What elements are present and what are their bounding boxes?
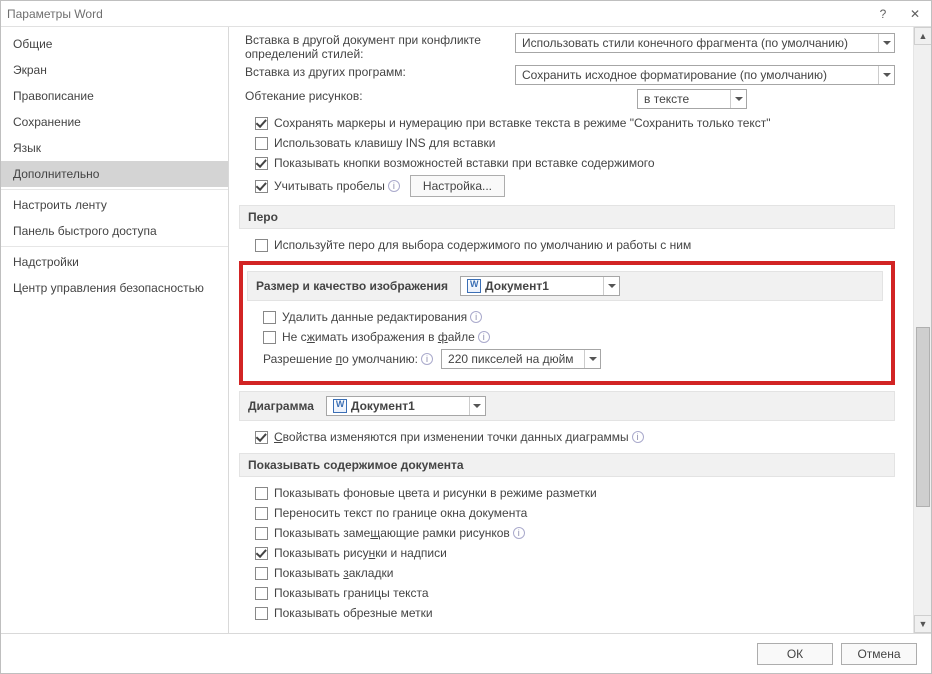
window-title: Параметры Word xyxy=(7,7,103,21)
info-icon[interactable]: i xyxy=(513,527,525,539)
cb-pen-select[interactable] xyxy=(255,239,268,252)
section-chart-title: Диаграмма xyxy=(248,399,314,413)
sidebar-item-display[interactable]: Экран xyxy=(1,57,228,83)
cb-smart-paste-label: Учитывать пробелы xyxy=(274,179,385,193)
cb-show-bg-label: Показывать фоновые цвета и рисунки в реж… xyxy=(274,486,597,500)
cb-paste-options-label: Показывать кнопки возможностей вставки п… xyxy=(274,156,655,170)
cb-wrap-window-label: Переносить текст по границе окна докумен… xyxy=(274,506,527,520)
cb-discard-edit-data[interactable] xyxy=(263,311,276,324)
scroll-thumb[interactable] xyxy=(916,327,930,507)
sidebar-item-save[interactable]: Сохранение xyxy=(1,109,228,135)
cb-placeholder[interactable] xyxy=(255,527,268,540)
cancel-button[interactable]: Отмена xyxy=(841,643,917,665)
sidebar-item-trust-center[interactable]: Центр управления безопасностью xyxy=(1,275,228,301)
image-doc-combo[interactable]: Документ1 xyxy=(460,276,620,296)
cb-drawings-label: Показывать рисунки и надписи xyxy=(274,546,447,560)
chevron-down-icon xyxy=(584,350,600,368)
section-show-title: Показывать содержимое документа xyxy=(248,458,464,472)
word-doc-icon xyxy=(333,399,347,413)
chevron-down-icon xyxy=(469,397,485,415)
dialog-footer: ОК Отмена xyxy=(1,633,931,673)
vertical-scrollbar[interactable]: ▲ ▼ xyxy=(913,27,931,633)
scroll-up-button[interactable]: ▲ xyxy=(914,27,931,45)
info-icon[interactable]: i xyxy=(470,311,482,323)
sidebar-item-proofing[interactable]: Правописание xyxy=(1,83,228,109)
info-icon[interactable]: i xyxy=(388,180,400,192)
paste-other-value: Сохранить исходное форматирование (по ум… xyxy=(522,68,827,82)
paste-conflict-value: Использовать стили конечного фрагмента (… xyxy=(522,36,848,50)
default-resolution-value: 220 пикселей на дюйм xyxy=(448,352,574,366)
cb-smart-paste[interactable] xyxy=(255,180,268,193)
default-resolution-label: Разрешение по умолчанию: xyxy=(263,352,418,366)
cb-no-compress-label: Не сжимать изображения в файле xyxy=(282,330,475,344)
highlight-image-section: Размер и качество изображения Документ1 … xyxy=(239,261,895,385)
cb-no-compress[interactable] xyxy=(263,331,276,344)
info-icon[interactable]: i xyxy=(421,353,433,365)
cb-keep-bullets-label: Сохранять маркеры и нумерацию при вставк… xyxy=(274,116,771,130)
cb-crop-marks[interactable] xyxy=(255,607,268,620)
cb-bookmarks-label: Показывать закладки xyxy=(274,566,393,580)
chevron-down-icon xyxy=(878,66,894,84)
section-chart: Диаграмма Документ1 xyxy=(239,391,895,421)
dialog-body: Общие Экран Правописание Сохранение Язык… xyxy=(1,27,931,633)
cb-chart-props[interactable] xyxy=(255,431,268,444)
cb-paste-options[interactable] xyxy=(255,157,268,170)
smart-paste-settings-button[interactable]: Настройка... xyxy=(410,175,505,197)
cb-ins-key[interactable] xyxy=(255,137,268,150)
cb-keep-bullets[interactable] xyxy=(255,117,268,130)
picture-wrap-combo[interactable]: в тексте xyxy=(637,89,747,109)
picture-wrap-label: Обтекание рисунков: xyxy=(245,89,363,103)
paste-conflict-label-b: определений стилей: xyxy=(245,47,481,61)
paste-other-label: Вставка из других программ: xyxy=(245,65,406,79)
chart-doc-value: Документ1 xyxy=(351,399,415,413)
paste-conflict-label-a: Вставка в другой документ при конфликте xyxy=(245,33,481,47)
paste-other-combo[interactable]: Сохранить исходное форматирование (по ум… xyxy=(515,65,895,85)
settings-scroll: Вставка в другой документ при конфликте … xyxy=(229,27,913,633)
cb-drawings[interactable] xyxy=(255,547,268,560)
picture-wrap-value: в тексте xyxy=(644,92,689,106)
cb-bookmarks[interactable] xyxy=(255,567,268,580)
cb-ins-key-label: Использовать клавишу INS для вставки xyxy=(274,136,495,150)
section-show-content: Показывать содержимое документа xyxy=(239,453,895,477)
cb-chart-props-label: Свойства изменяются при изменении точки … xyxy=(274,430,629,444)
cb-placeholder-label: Показывать замещающие рамки рисунков xyxy=(274,526,510,540)
paste-conflict-combo[interactable]: Использовать стили конечного фрагмента (… xyxy=(515,33,895,53)
cb-wrap-window[interactable] xyxy=(255,507,268,520)
ok-button[interactable]: ОК xyxy=(757,643,833,665)
scroll-down-button[interactable]: ▼ xyxy=(914,615,931,633)
cb-text-borders-label: Показывать границы текста xyxy=(274,586,429,600)
chevron-down-icon xyxy=(603,277,619,295)
window-controls: ? ✕ xyxy=(867,1,931,27)
default-resolution-combo[interactable]: 220 пикселей на дюйм xyxy=(441,349,601,369)
section-image-title: Размер и качество изображения xyxy=(256,279,448,293)
info-icon[interactable]: i xyxy=(632,431,644,443)
close-button[interactable]: ✕ xyxy=(899,1,931,27)
sidebar-item-addins[interactable]: Надстройки xyxy=(1,246,228,275)
sidebar-item-customize-ribbon[interactable]: Настроить ленту xyxy=(1,189,228,218)
image-doc-value: Документ1 xyxy=(485,279,549,293)
cb-crop-marks-label: Показывать обрезные метки xyxy=(274,606,433,620)
section-pen-title: Перо xyxy=(248,210,278,224)
cb-discard-edit-data-label: Удалить данные редактирования xyxy=(282,310,467,324)
cb-pen-select-label: Используйте перо для выбора содержимого … xyxy=(274,238,691,252)
word-doc-icon xyxy=(467,279,481,293)
chart-doc-combo[interactable]: Документ1 xyxy=(326,396,486,416)
chevron-down-icon xyxy=(730,90,746,108)
cb-show-bg[interactable] xyxy=(255,487,268,500)
settings-panel: Вставка в другой документ при конфликте … xyxy=(229,27,931,633)
chevron-down-icon xyxy=(878,34,894,52)
info-icon[interactable]: i xyxy=(478,331,490,343)
section-image: Размер и качество изображения Документ1 xyxy=(247,271,883,301)
sidebar-item-advanced[interactable]: Дополнительно xyxy=(1,161,228,187)
titlebar: Параметры Word ? ✕ xyxy=(1,1,931,27)
sidebar-item-language[interactable]: Язык xyxy=(1,135,228,161)
cb-text-borders[interactable] xyxy=(255,587,268,600)
category-sidebar: Общие Экран Правописание Сохранение Язык… xyxy=(1,27,229,633)
section-pen: Перо xyxy=(239,205,895,229)
sidebar-item-general[interactable]: Общие xyxy=(1,31,228,57)
sidebar-item-qat[interactable]: Панель быстрого доступа xyxy=(1,218,228,244)
word-options-dialog: Параметры Word ? ✕ Общие Экран Правописа… xyxy=(0,0,932,674)
help-button[interactable]: ? xyxy=(867,1,899,27)
